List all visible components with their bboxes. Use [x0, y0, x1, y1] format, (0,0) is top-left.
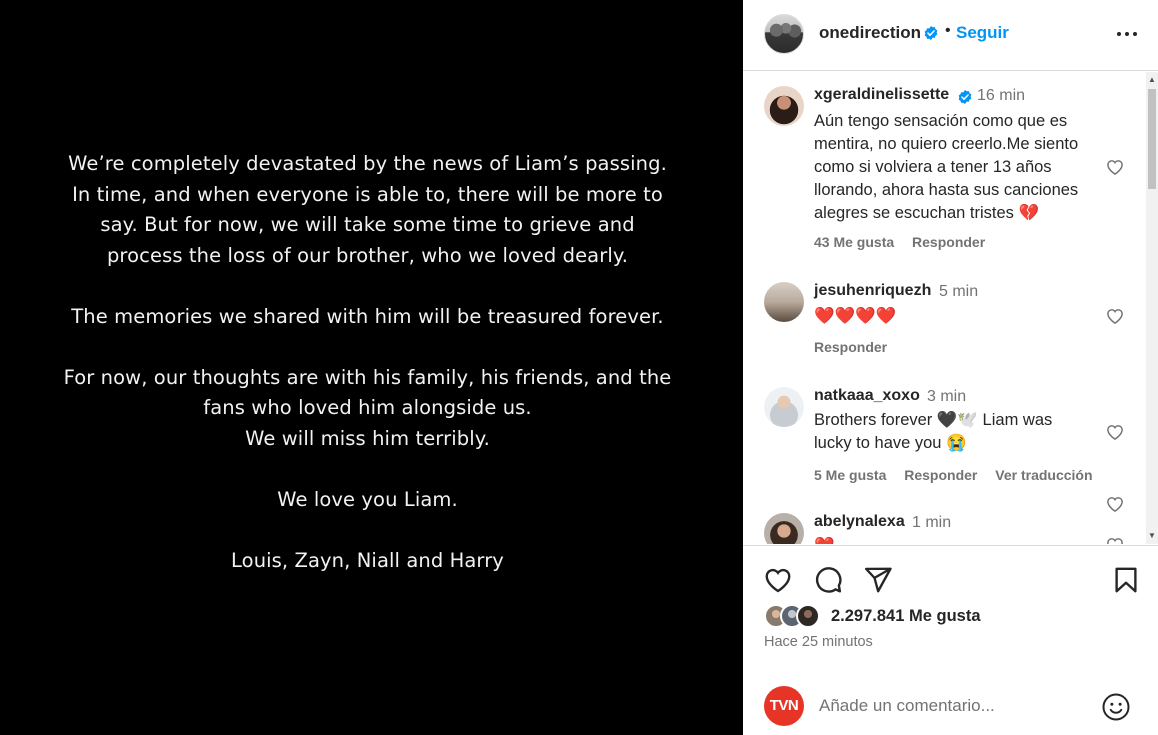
comment-line: como si volviera a tener 13 años — [814, 158, 1052, 176]
account-username[interactable]: onedirection — [819, 23, 921, 43]
comment-time[interactable]: 16 min — [977, 87, 1025, 105]
comment-likes-count[interactable]: 5 Me gusta — [814, 467, 886, 483]
comment-time[interactable]: 1 min — [912, 514, 951, 532]
header-separator: • — [945, 22, 951, 39]
follow-button[interactable]: Seguir — [956, 23, 1009, 43]
comment-time[interactable]: 3 min — [927, 388, 966, 406]
post-image: We’re completely devastated by the news … — [0, 0, 743, 735]
post-line: process the loss of our brother, who we … — [106, 243, 629, 267]
scrollbar-thumb[interactable] — [1148, 89, 1156, 189]
post-line: We love you Liam. — [277, 487, 458, 511]
post-paragraph-3: For now, our thoughts are with his famil… — [60, 363, 675, 455]
post-timestamp[interactable]: Hace 25 minutos — [764, 634, 873, 650]
comment-input[interactable] — [819, 693, 1089, 719]
share-icon[interactable] — [863, 565, 893, 595]
commenter-avatar[interactable] — [764, 513, 804, 544]
post-line: The memories we shared with him will be … — [71, 304, 664, 328]
heart-icon[interactable] — [763, 565, 793, 595]
comment-meta: 43 Me gusta Responder — [814, 234, 999, 250]
comment-text: ❤️ — [814, 535, 1104, 544]
post-line: Louis, Zayn, Niall and Harry — [231, 548, 504, 572]
bookmark-icon[interactable] — [1111, 565, 1141, 595]
comment-line: ❤️❤️❤️❤️ — [814, 307, 897, 325]
comment-item: xgeraldinelissette 16 min Aún tengo sens… — [743, 86, 1146, 266]
comment-line: ❤️ — [814, 537, 835, 544]
comment-line: alegres se escuchan tristes 💔 — [814, 204, 1040, 222]
comment-text: ❤️❤️❤️❤️ — [814, 305, 1104, 328]
comments-list[interactable]: xgeraldinelissette 16 min Aún tengo sens… — [743, 72, 1146, 544]
see-translation-button[interactable]: Ver traducción — [995, 467, 1092, 483]
likes-count[interactable]: 2.297.841 Me gusta — [831, 607, 981, 626]
liker-avatar[interactable] — [796, 604, 820, 628]
liked-by-avatars[interactable] — [764, 604, 830, 628]
post-side-panel: onedirection • Seguir xgeraldinelissette… — [743, 0, 1158, 735]
comment-username[interactable]: natkaaa_xoxo — [814, 387, 920, 405]
reply-button[interactable]: Responder — [814, 339, 887, 355]
comment-username[interactable]: abelynalexa — [814, 513, 905, 531]
commenter-avatar[interactable] — [764, 387, 804, 427]
like-comment-heart-icon[interactable] — [1105, 494, 1125, 514]
commenter-avatar[interactable] — [764, 86, 804, 126]
comment-item: jesuhenriquezh 5 min ❤️❤️❤️❤️ Responder — [743, 282, 1146, 362]
comment-meta: Responder — [814, 339, 901, 355]
comment-time[interactable]: 5 min — [939, 283, 978, 301]
comment-username[interactable]: jesuhenriquezh — [814, 282, 931, 300]
comment-line: Brothers forever 🖤🕊️ Liam was — [814, 411, 1053, 429]
post-line: We will miss him terribly. — [245, 426, 490, 450]
post-paragraph-4: We love you Liam. — [60, 485, 675, 516]
like-comment-heart-icon[interactable] — [1105, 535, 1125, 544]
like-comment-heart-icon[interactable] — [1105, 306, 1125, 326]
like-comment-heart-icon[interactable] — [1105, 157, 1125, 177]
more-options-icon[interactable] — [1115, 22, 1139, 46]
comment-line: Aún tengo sensación como que es — [814, 112, 1068, 130]
comment-meta: 5 Me gusta Responder Ver traducción — [814, 467, 1107, 483]
verified-badge-icon — [958, 90, 972, 104]
comment-line: llorando, ahora hasta sus canciones — [814, 181, 1079, 199]
post-line: We’re completely devastated by the news … — [68, 152, 667, 175]
comment-likes-count[interactable]: 43 Me gusta — [814, 234, 894, 250]
post-line: In time, and when everyone is able to, t… — [72, 182, 663, 206]
comments-scrollbar[interactable]: ▲ ▼ — [1146, 72, 1158, 544]
scroll-up-arrow-icon[interactable]: ▲ — [1146, 74, 1158, 86]
post-line: For now, our thoughts are with his famil… — [63, 365, 672, 389]
post-line: fans who loved him alongside us. — [203, 396, 532, 419]
comment-line: lucky to have you 😭 — [814, 434, 967, 452]
account-avatar[interactable] — [764, 14, 804, 54]
comment-line: mentira, no quiero creerlo.Me siento — [814, 135, 1079, 153]
post-paragraph-1: We’re completely devastated by the news … — [60, 149, 675, 271]
post-line: say. But for now, we will take some time… — [100, 213, 635, 236]
reply-button[interactable]: Responder — [912, 234, 985, 250]
emoji-icon[interactable] — [1101, 692, 1131, 722]
like-comment-heart-icon[interactable] — [1105, 422, 1125, 442]
current-user-avatar[interactable]: TVN — [764, 686, 804, 726]
commenter-avatar[interactable] — [764, 282, 804, 322]
post-header: onedirection • Seguir — [743, 0, 1158, 71]
comment-icon[interactable] — [813, 565, 843, 595]
post-statement: We’re completely devastated by the news … — [60, 149, 675, 607]
post-paragraph-2: The memories we shared with him will be … — [60, 302, 675, 333]
comment-text: Brothers forever 🖤🕊️ Liam was lucky to h… — [814, 409, 1104, 455]
post-actions: 2.297.841 Me gusta Hace 25 minutos TVN — [743, 545, 1158, 735]
comment-item: abelynalexa 1 min ❤️ — [743, 513, 1146, 544]
reply-button[interactable]: Responder — [904, 467, 977, 483]
verified-badge-icon — [924, 26, 938, 40]
comment-username[interactable]: xgeraldinelissette — [814, 86, 949, 104]
post-paragraph-5: Louis, Zayn, Niall and Harry — [60, 546, 675, 577]
scroll-down-arrow-icon[interactable]: ▼ — [1146, 530, 1158, 542]
add-comment-bar: TVN — [743, 674, 1158, 735]
comment-text: Aún tengo sensación como que es mentira,… — [814, 110, 1104, 225]
